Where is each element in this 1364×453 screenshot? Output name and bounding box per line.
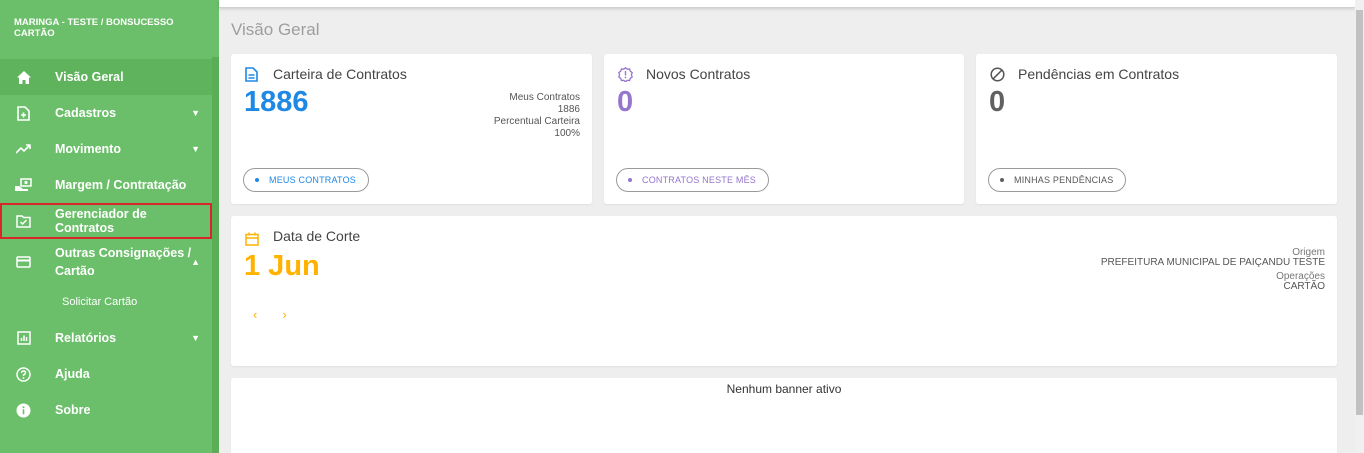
dot-icon [628, 178, 632, 182]
sidebar-item-label: Ajuda [55, 367, 90, 381]
sidebar-item-gerenciador-contratos[interactable]: Gerenciador de Contratos [0, 203, 212, 239]
sidebar-item-sobre[interactable]: Sobre [0, 392, 212, 428]
sidebar-item-ajuda[interactable]: Ajuda [0, 356, 212, 392]
alert-badge-icon [618, 66, 633, 83]
sidebar-item-margem-contratacao[interactable]: Margem / Contratação [0, 167, 212, 203]
calendar-icon [245, 232, 260, 247]
new-contracts-value: 0 [617, 86, 634, 118]
scrollbar-thumb[interactable] [1356, 10, 1363, 415]
dot-icon [255, 178, 259, 182]
cutoff-date-value: 1 Jun [244, 250, 320, 282]
percentual-carteira-value: 100% [554, 128, 580, 139]
contratos-neste-mes-button[interactable]: CONTRATOS NESTE MÊS [616, 168, 769, 192]
help-circle-icon [15, 366, 32, 383]
document-icon [245, 67, 260, 82]
card-title: Carteira de Contratos [273, 66, 407, 82]
card-title: Pendências em Contratos [1018, 66, 1180, 82]
operacoes-value: CARTÃO [1283, 281, 1326, 292]
block-icon [990, 67, 1005, 82]
card-pendencias-contratos: Pendências em Contratos 0 MINHAS PENDÊNC… [976, 54, 1337, 204]
page-title: Visão Geral [231, 20, 320, 39]
banner-card: Nenhum banner ativo [231, 378, 1337, 453]
credit-card-icon [15, 253, 32, 270]
card-title: Data de Corte [273, 228, 361, 244]
corte-details: Origem PREFEITURA MUNICIPAL DE PAIÇANDU … [1101, 248, 1325, 292]
sidebar-item-label: Relatórios [55, 331, 117, 345]
trending-up-icon [15, 141, 32, 158]
top-bar [219, 0, 1355, 8]
meus-contratos-value: 1886 [557, 104, 580, 115]
meus-contratos-button[interactable]: MEUS CONTRATOS [243, 168, 369, 192]
sidebar-item-label: Outras Consignações / Cartão [55, 245, 192, 278]
total-contracts-value: 1886 [244, 86, 309, 118]
sidebar-item-label: Gerenciador de Contratos [55, 207, 147, 235]
card-data-corte: Data de Corte 1 Jun Origem PREFEITURA MU… [231, 216, 1337, 366]
banner-message: Nenhum banner ativo [726, 382, 842, 396]
dot-icon [1000, 178, 1004, 182]
sidebar-menu: Visão Geral Cadastros ▼ Movimento ▼ Marg… [0, 59, 212, 428]
info-icon [15, 402, 32, 419]
percentual-carteira-label: Percentual Carteira [493, 116, 580, 127]
button-label: CONTRATOS NESTE MÊS [642, 175, 756, 185]
organization-name: MARINGA - TESTE / BONSUCESSO CARTÃO [14, 17, 174, 39]
card-carteira-contratos: Carteira de Contratos 1886 Meus Contrato… [231, 54, 592, 204]
sidebar-item-movimento[interactable]: Movimento ▼ [0, 131, 212, 167]
chevron-left-icon[interactable]: ‹ [253, 307, 257, 322]
sidebar-item-label: Movimento [55, 142, 121, 156]
folder-check-icon [15, 213, 32, 230]
origem-value: PREFEITURA MUNICIPAL DE PAIÇANDU TESTE [1100, 257, 1325, 268]
sidebar-item-label: Sobre [55, 403, 91, 417]
chevron-down-icon: ▼ [191, 144, 200, 154]
bar-chart-icon [15, 330, 32, 347]
money-hand-icon [15, 177, 32, 194]
submenu-item-solicitar-cartao[interactable]: Solicitar Cartão [0, 284, 212, 320]
sidebar-item-outras-consignacoes[interactable]: Outras Consignações / Cartão ▲ [0, 239, 212, 284]
home-icon [15, 69, 32, 86]
chevron-down-icon: ▼ [191, 333, 200, 343]
sidebar-item-relatorios[interactable]: Relatórios ▼ [0, 320, 212, 356]
button-label: MEUS CONTRATOS [269, 175, 356, 185]
sidebar: MARINGA - TESTE / BONSUCESSO CARTÃO Visã… [0, 0, 219, 453]
pending-contracts-value: 0 [989, 86, 1006, 118]
sidebar-item-visao-geral[interactable]: Visão Geral [0, 59, 212, 95]
minhas-pendencias-button[interactable]: MINHAS PENDÊNCIAS [988, 168, 1127, 192]
chevron-right-icon[interactable]: › [282, 307, 286, 322]
sidebar-item-label: Visão Geral [55, 70, 124, 84]
button-label: MINHAS PENDÊNCIAS [1014, 175, 1114, 185]
sidebar-scroll-edge [212, 57, 219, 453]
chevron-up-icon: ▲ [191, 256, 200, 267]
sidebar-item-label: Cadastros [55, 106, 117, 120]
carousel-arrows: ‹ › [253, 307, 287, 322]
sidebar-item-cadastros[interactable]: Cadastros ▼ [0, 95, 212, 131]
meus-contratos-label: Meus Contratos [509, 92, 580, 103]
card-novos-contratos: Novos Contratos 0 CONTRATOS NESTE MÊS [604, 54, 964, 204]
add-document-icon [15, 105, 32, 122]
sidebar-item-label: Margem / Contratação [55, 178, 187, 192]
card-title: Novos Contratos [646, 66, 751, 82]
chevron-down-icon: ▼ [191, 108, 200, 118]
carteira-details: Meus Contratos 1886 Percentual Carteira … [494, 92, 580, 140]
